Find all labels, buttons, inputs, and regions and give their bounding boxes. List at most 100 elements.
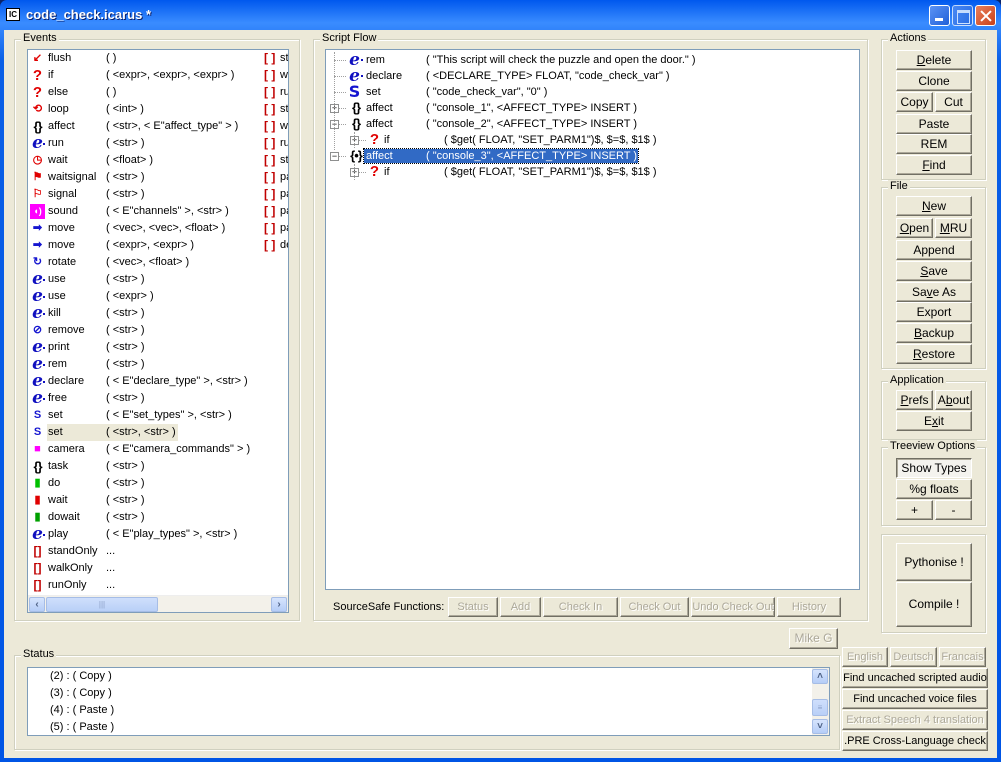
rem-button[interactable]: REM <box>896 134 972 154</box>
side-event-item[interactable]: [ ] de <box>264 237 288 254</box>
backup-button[interactable]: Backup <box>896 323 972 343</box>
close-button[interactable] <box>975 5 996 26</box>
side-event-item[interactable]: [ ] ru <box>264 84 288 101</box>
pre-cross-language-check-button[interactable]: .PRE Cross-Language check <box>842 731 988 751</box>
g-floats-toggle[interactable]: %g floats <box>896 479 972 499</box>
extract-speech-button[interactable]: Extract Speech 4 translation <box>842 710 988 730</box>
collapse-icon[interactable]: − <box>330 152 339 161</box>
side-event-item[interactable]: [ ] st <box>264 50 288 67</box>
event-item[interactable]: [] walkOnly... <box>28 560 288 577</box>
status-vscrollbar[interactable]: ˄ ≡ ˅ <box>812 668 829 735</box>
side-event-item[interactable]: [ ] st <box>264 152 288 169</box>
restore-button[interactable]: Restore <box>896 344 972 364</box>
new-button[interactable]: New <box>896 196 972 216</box>
open-button[interactable]: Open <box>896 218 933 238</box>
save-button[interactable]: Save <box>896 261 972 281</box>
event-item[interactable]: ⟲ loop ( <int> ) <box>28 101 288 118</box>
compile-button[interactable]: Compile ! <box>896 582 972 627</box>
side-event-item[interactable]: [ ] pa <box>264 186 288 203</box>
scroll-right-button[interactable]: › <box>271 597 287 612</box>
sourcesafe-add-button[interactable]: Add <box>500 597 541 617</box>
delete-button[interactable]: Delete <box>896 50 972 70</box>
event-item[interactable]: e run ( <str> ) <box>28 135 288 152</box>
about-button[interactable]: About <box>935 390 972 410</box>
event-item[interactable]: ↻ rotate ( <vec>, <float> ) <box>28 254 288 271</box>
tree-node[interactable]: e declare( <DECLARE_TYPE> FLOAT, "code_ch… <box>326 68 856 85</box>
minimize-button[interactable] <box>929 5 950 26</box>
event-item[interactable]: ⊘ remove ( <str> ) <box>28 322 288 339</box>
event-item[interactable]: e declare ( < E"declare_type" >, <str> ) <box>28 373 288 390</box>
sourcesafe-undo-check-out-button[interactable]: Undo Check Out <box>691 597 775 617</box>
expand-all-button[interactable]: + <box>896 500 933 520</box>
scroll-left-button[interactable]: ‹ <box>29 597 45 612</box>
event-item[interactable]: e use ( <str> ) <box>28 271 288 288</box>
sourcesafe-check-out-button[interactable]: Check Out <box>620 597 689 617</box>
find-uncached-voice-button[interactable]: Find uncached voice files <box>842 689 988 709</box>
title-bar[interactable]: IC code_check.icarus * <box>0 0 1001 30</box>
event-item[interactable]: ◖) sound ( < E"channels" >, <str> ) <box>28 203 288 220</box>
show-types-toggle[interactable]: Show Types <box>896 458 972 478</box>
status-scroll-thumb[interactable]: ≡ <box>812 699 828 716</box>
find-uncached-audio-button[interactable]: Find uncached scripted audio <box>842 668 988 688</box>
event-item[interactable]: ➡ move ( <expr>, <expr> ) <box>28 237 288 254</box>
deutsch-button[interactable]: Deutsch <box>890 647 937 667</box>
side-event-item[interactable]: [ ] w <box>264 67 288 84</box>
paste-button[interactable]: Paste <box>896 114 972 134</box>
event-item[interactable]: e rem ( <str> ) <box>28 356 288 373</box>
tree-node[interactable]: +? if( $get( FLOAT, "SET_PARM1")$, $=$, $… <box>326 132 856 148</box>
event-item[interactable]: ▮ do ( <str> ) <box>28 475 288 492</box>
scroll-down-button[interactable]: ˅ <box>812 719 828 734</box>
mru-button[interactable]: MRU <box>935 218 972 238</box>
sourcesafe-check-in-button[interactable]: Check In <box>543 597 618 617</box>
event-item[interactable]: ? if ( <expr>, <expr>, <expr> ) <box>28 67 288 84</box>
tree-node[interactable]: e rem( "This script will check the puzzle… <box>326 52 856 69</box>
pythonise-button[interactable]: Pythonise ! <box>896 543 972 581</box>
find-button[interactable]: Find <box>896 155 972 175</box>
exit-button[interactable]: Exit <box>896 411 972 431</box>
export-button[interactable]: Export <box>896 302 972 322</box>
event-item[interactable]: ⚑ waitsignal ( <str> ) <box>28 169 288 186</box>
side-event-item[interactable]: [ ] pa <box>264 169 288 186</box>
event-item[interactable]: e print ( <str> ) <box>28 339 288 356</box>
tree-node[interactable]: +? if( $get( FLOAT, "SET_PARM1")$, $=$, $… <box>326 164 856 180</box>
side-event-item[interactable]: [ ] pa <box>264 220 288 237</box>
event-item[interactable]: Sset ( < E"set_types" >, <str> ) <box>28 407 288 424</box>
event-item[interactable]: {} affect ( <str>, < E"affect_type" > ) <box>28 118 288 135</box>
event-item[interactable]: ⚐ signal ( <str> ) <box>28 186 288 203</box>
side-event-item[interactable]: [ ] ru <box>264 135 288 152</box>
event-item[interactable]: [] runOnly... <box>28 577 288 594</box>
scroll-thumb[interactable]: ||| <box>46 597 158 612</box>
event-item[interactable]: ▮ dowait ( <str> ) <box>28 509 288 526</box>
save-as-button[interactable]: Save As <box>896 282 972 302</box>
events-list[interactable]: ↙ flush ( )? if ( <expr>, <expr>, <expr> )? e… <box>27 49 289 613</box>
status-log[interactable]: (2) : ( Copy ) (3) : ( Copy ) (4) : ( Past… <box>27 667 830 736</box>
event-item[interactable]: ? else ( ) <box>28 84 288 101</box>
cut-button[interactable]: Cut <box>935 92 972 112</box>
sourcesafe-status-button[interactable]: Status <box>448 597 498 617</box>
side-event-item[interactable]: [ ] w <box>264 118 288 135</box>
event-item[interactable]: {} task ( <str> ) <box>28 458 288 475</box>
event-item[interactable]: e free ( <str> ) <box>28 390 288 407</box>
append-button[interactable]: Append <box>896 240 972 260</box>
clone-button[interactable]: Clone <box>896 71 972 91</box>
sourcesafe-history-button[interactable]: History <box>777 597 841 617</box>
events-hscrollbar[interactable]: ‹ ||| › <box>28 595 288 612</box>
event-item[interactable]: ↙ flush ( ) <box>28 50 288 67</box>
scroll-up-button[interactable]: ˄ <box>812 669 828 684</box>
event-item[interactable]: e play ( < E"play_types" >, <str> ) <box>28 526 288 543</box>
side-event-item[interactable]: [ ] st <box>264 101 288 118</box>
event-item[interactable]: e use ( <expr> ) <box>28 288 288 305</box>
event-item[interactable]: ▮ wait ( <str> ) <box>28 492 288 509</box>
english-button[interactable]: English <box>842 647 888 667</box>
event-item[interactable]: ➡ move ( <vec>, <vec>, <float> ) <box>28 220 288 237</box>
script-flow-tree[interactable]: e rem( "This script will check the puzzle… <box>325 49 860 590</box>
event-item[interactable]: e kill ( <str> ) <box>28 305 288 322</box>
collapse-all-button[interactable]: - <box>935 500 972 520</box>
tree-node[interactable]: Sset ( "code_check_var", "0" ) <box>326 84 856 100</box>
event-item[interactable]: ■ camera ( < E"camera_commands" > ) <box>28 441 288 458</box>
event-item[interactable]: ◷ wait ( <float> ) <box>28 152 288 169</box>
app-icon[interactable]: IC <box>6 8 20 21</box>
tree-node[interactable]: −{} affect( "console_2", <AFFECT_TYPE> IN… <box>326 116 856 132</box>
event-item[interactable]: Sset ( <str>, <str> ) <box>28 424 288 441</box>
tree-node[interactable]: − {•} affect ( "console_3", <AFFECT_TYPE> I… <box>326 148 856 164</box>
